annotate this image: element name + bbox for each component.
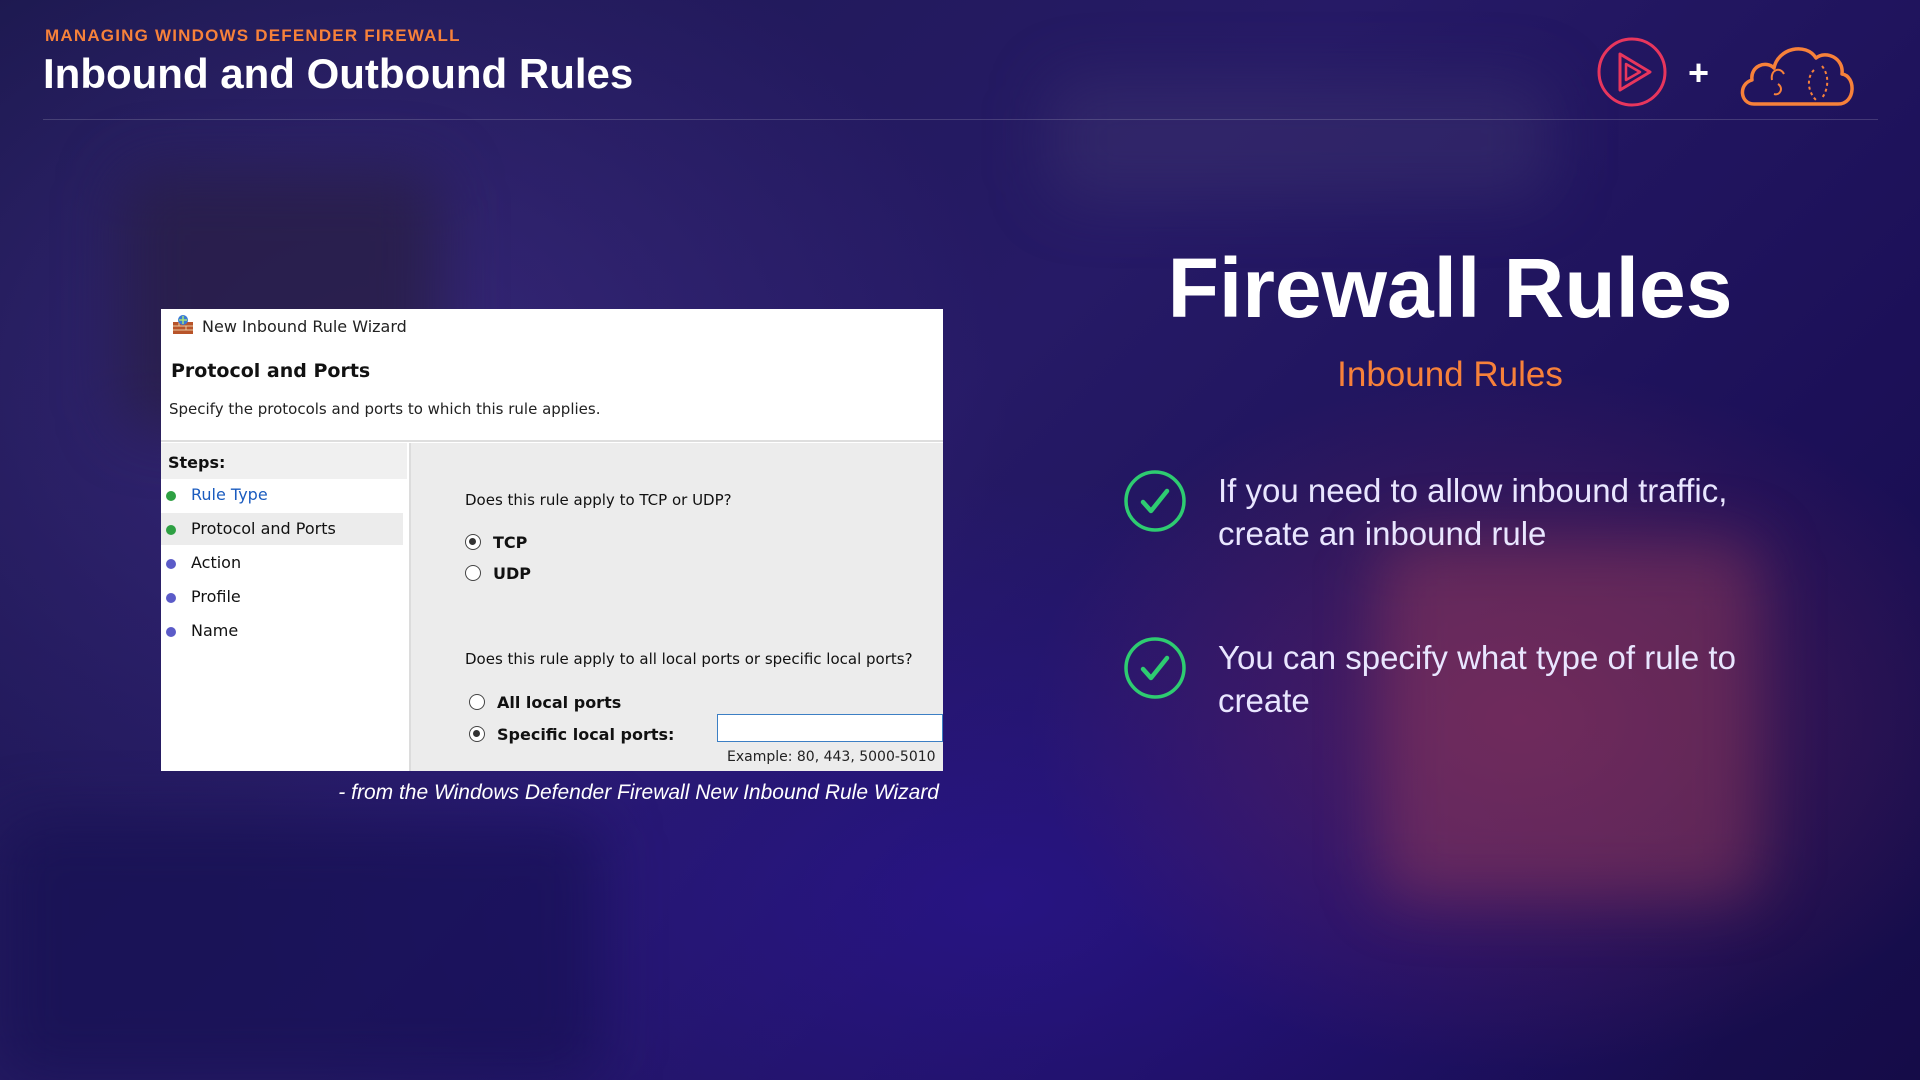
wizard-divider bbox=[161, 440, 943, 442]
slide-title: Firewall Rules bbox=[1167, 241, 1733, 335]
page-title: Inbound and Outbound Rules bbox=[43, 50, 634, 97]
step-rule-type[interactable]: Rule Type bbox=[161, 479, 403, 511]
steps-label: Steps: bbox=[161, 443, 407, 479]
firewall-app-icon bbox=[173, 315, 193, 334]
step-status-dot bbox=[166, 491, 176, 501]
background-blur-shape bbox=[1050, 80, 1550, 200]
step-profile[interactable]: Profile bbox=[161, 581, 403, 613]
all-local-ports-radio[interactable] bbox=[469, 694, 485, 710]
ports-question: Does this rule apply to all local ports … bbox=[465, 650, 913, 668]
step-label: Name bbox=[191, 621, 239, 640]
ports-example-text: Example: 80, 443, 5000-5010 bbox=[727, 749, 936, 765]
step-label: Profile bbox=[191, 587, 241, 606]
slide-subtitle: Inbound Rules bbox=[1337, 355, 1563, 394]
background-blur-shape bbox=[0, 820, 600, 1080]
wizard-titlebar: New Inbound Rule Wizard bbox=[161, 309, 943, 343]
step-status-dot bbox=[166, 525, 176, 535]
protocol-question: Does this rule apply to TCP or UDP? bbox=[465, 491, 732, 509]
logo-area: + bbox=[1596, 36, 1856, 112]
check-circle-icon bbox=[1124, 637, 1186, 699]
specific-local-ports-radio[interactable] bbox=[469, 726, 485, 742]
tcp-radio-option[interactable]: TCP bbox=[465, 533, 585, 553]
bullet-item: You can specify what type of rule to cre… bbox=[1123, 636, 1843, 726]
step-label: Rule Type bbox=[191, 485, 268, 504]
check-circle-icon bbox=[1124, 470, 1186, 532]
udp-radio-button[interactable] bbox=[465, 565, 481, 581]
wizard-subheading: Specify the protocols and ports to which… bbox=[169, 400, 601, 418]
bullet-text: If you need to allow inbound traffic, cr… bbox=[1218, 472, 1728, 552]
wizard-steps-panel: Steps: Rule Type Protocol and Ports Acti… bbox=[161, 443, 407, 771]
inbound-rule-wizard-window: New Inbound Rule Wizard Protocol and Por… bbox=[161, 309, 943, 771]
specific-local-ports-option[interactable]: Specific local ports: bbox=[469, 725, 689, 745]
plus-sign: + bbox=[1688, 52, 1710, 93]
wizard-window-title: New Inbound Rule Wizard bbox=[202, 317, 407, 336]
all-local-ports-label: All local ports bbox=[497, 693, 622, 712]
step-action[interactable]: Action bbox=[161, 547, 403, 579]
step-status-dot bbox=[166, 593, 176, 603]
step-status-dot bbox=[166, 559, 176, 569]
wizard-content-panel: Does this rule apply to TCP or UDP? TCP … bbox=[409, 443, 943, 771]
bullet-item: If you need to allow inbound traffic, cr… bbox=[1123, 469, 1843, 559]
step-protocol-and-ports[interactable]: Protocol and Ports bbox=[161, 513, 403, 545]
screenshot-caption: - from the Windows Defender Firewall New… bbox=[338, 781, 939, 804]
bullet-text: You can specify what type of rule to cre… bbox=[1218, 639, 1736, 719]
tcp-radio-label: TCP bbox=[493, 533, 528, 552]
all-local-ports-option[interactable]: All local ports bbox=[469, 693, 669, 713]
step-name[interactable]: Name bbox=[161, 615, 403, 647]
udp-radio-label: UDP bbox=[493, 564, 531, 583]
section-kicker: MANAGING WINDOWS DEFENDER FIREWALL bbox=[45, 26, 461, 45]
tcp-radio-button[interactable] bbox=[465, 534, 481, 550]
wizard-heading: Protocol and Ports bbox=[171, 360, 371, 382]
specific-ports-input[interactable] bbox=[717, 714, 943, 742]
udp-radio-option[interactable]: UDP bbox=[465, 564, 585, 584]
step-label: Protocol and Ports bbox=[191, 519, 336, 538]
step-status-dot bbox=[166, 627, 176, 637]
step-label: Action bbox=[191, 553, 242, 572]
pluralsight-play-icon bbox=[1597, 37, 1667, 107]
cloud-logo-icon bbox=[1740, 47, 1854, 106]
specific-local-ports-label: Specific local ports: bbox=[497, 725, 675, 744]
header-divider bbox=[43, 119, 1878, 120]
